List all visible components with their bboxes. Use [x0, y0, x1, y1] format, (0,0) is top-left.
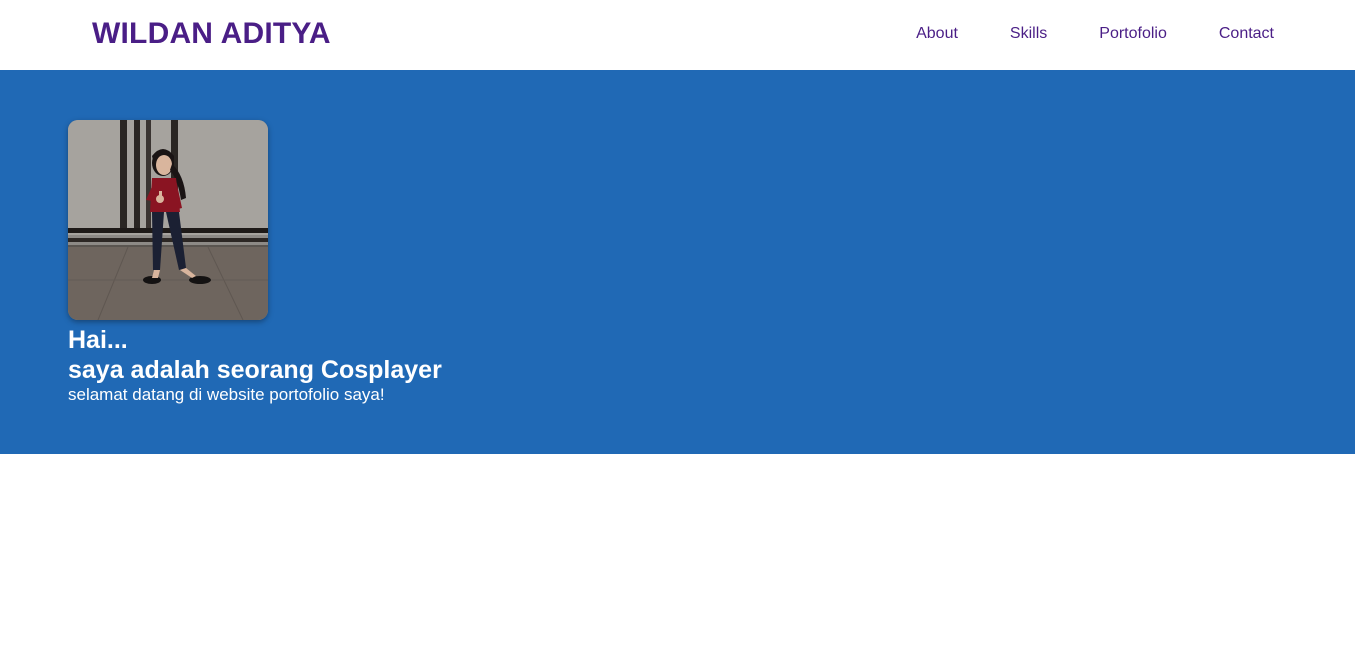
- profile-photo: [68, 120, 268, 320]
- hero-subtext: selamat datang di website portofolio say…: [68, 385, 385, 404]
- hero-section: Hai... saya adalah seorang Cosplayer sel…: [0, 70, 1355, 454]
- hero-text: Hai... saya adalah seorang Cosplayer sel…: [68, 325, 442, 405]
- profile-photo-image: [68, 120, 268, 320]
- hero-headline: saya adalah seorang Cosplayer: [68, 356, 442, 384]
- navbar: WILDAN ADITYA About Skills Portofolio Co…: [0, 0, 1355, 70]
- hero-greeting: Hai...: [68, 326, 128, 354]
- nav-link-portofolio[interactable]: Portofolio: [1099, 22, 1167, 46]
- nav-link-contact[interactable]: Contact: [1219, 22, 1274, 46]
- nav-link-skills[interactable]: Skills: [1010, 22, 1047, 46]
- nav-link-about[interactable]: About: [916, 22, 958, 46]
- nav-links: About Skills Portofolio Contact: [916, 22, 1274, 46]
- brand-logo-link[interactable]: WILDAN ADITYA: [92, 14, 331, 54]
